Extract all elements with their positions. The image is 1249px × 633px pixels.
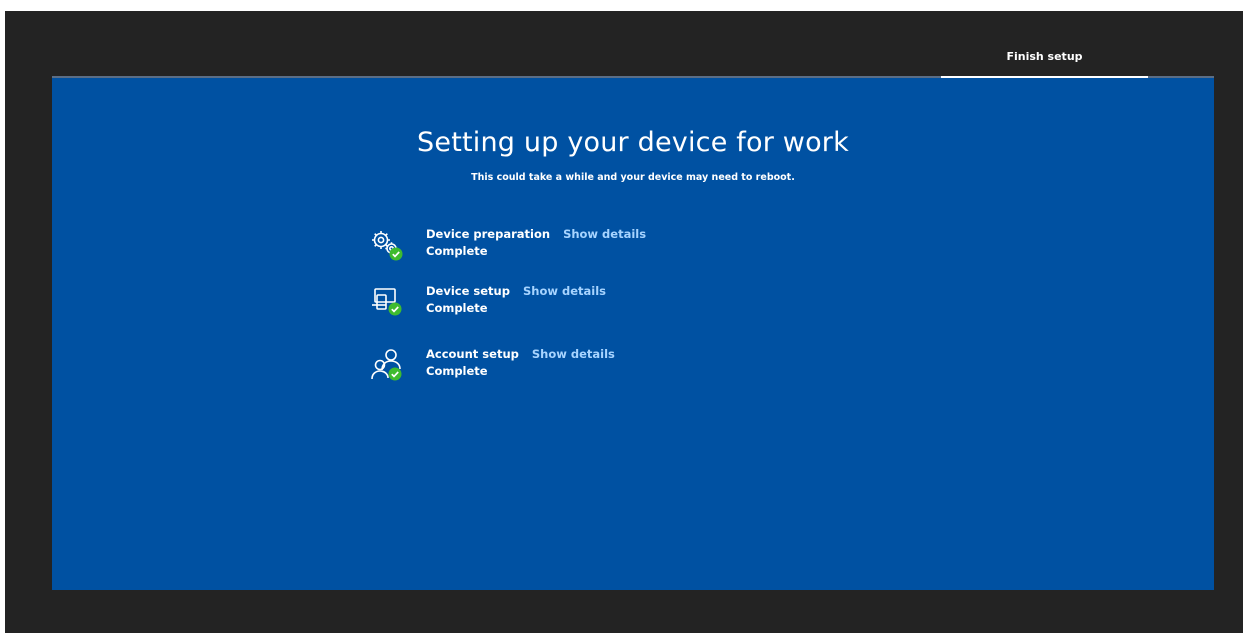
step-status: Complete xyxy=(426,301,488,315)
step-text: Device preparation Show details Complete xyxy=(426,226,646,260)
step-title: Device setup xyxy=(426,284,510,298)
people-icon xyxy=(371,349,402,381)
gears-icon xyxy=(372,231,403,261)
check-badge-icon xyxy=(389,247,403,261)
active-tab-indicator xyxy=(941,76,1148,78)
tab-finish-setup-label: Finish setup xyxy=(1006,50,1083,63)
step-device-preparation: Device preparation Show details Complete xyxy=(368,226,788,266)
tab-finish-setup[interactable]: Finish setup xyxy=(941,38,1148,78)
step-account-setup: Account setup Show details Complete xyxy=(368,346,788,386)
devices-icon xyxy=(372,288,402,316)
page-title: Setting up your device for work xyxy=(417,127,849,158)
show-details-link[interactable]: Show details xyxy=(523,283,606,300)
show-details-link[interactable]: Show details xyxy=(532,346,615,363)
check-badge-icon xyxy=(388,302,402,316)
step-status: Complete xyxy=(426,364,488,378)
step-text: Account setup Show details Complete xyxy=(426,346,615,380)
check-badge-icon xyxy=(388,367,402,381)
step-title: Device preparation xyxy=(426,227,551,241)
step-status: Complete xyxy=(426,244,488,258)
step-device-setup: Device setup Show details Complete xyxy=(368,283,788,323)
step-text: Device setup Show details Complete xyxy=(426,283,606,317)
step-title: Account setup xyxy=(426,347,519,361)
page-subtitle: This could take a while and your device … xyxy=(471,172,795,183)
show-details-link[interactable]: Show details xyxy=(563,226,646,243)
